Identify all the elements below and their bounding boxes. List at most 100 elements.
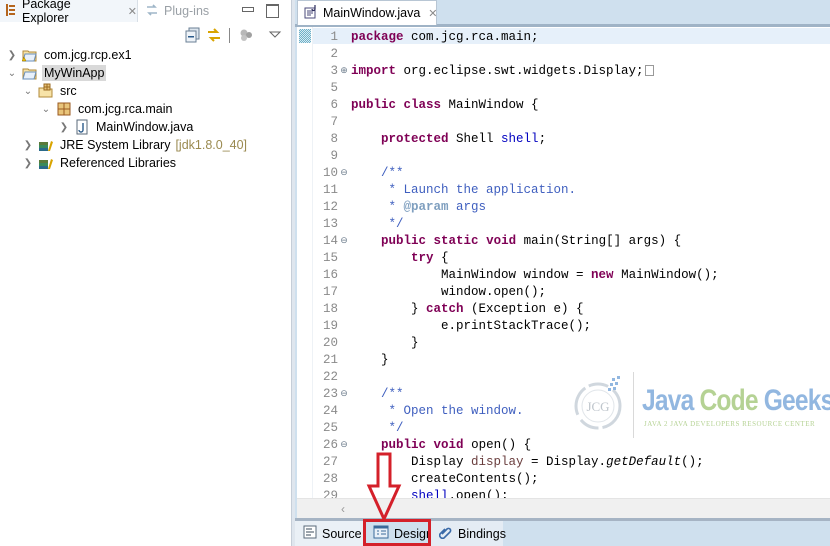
fold-gutter bbox=[339, 423, 349, 433]
watermark-java: Java bbox=[642, 384, 694, 417]
code-line: 11 * Launch the application. bbox=[313, 181, 576, 198]
minimize-button[interactable] bbox=[241, 4, 254, 16]
logo-text: JCG bbox=[586, 399, 609, 414]
folded-imports-marker[interactable] bbox=[644, 64, 654, 76]
watermark-code: Code bbox=[699, 384, 758, 417]
code-line: 17 window.open(); bbox=[313, 283, 546, 300]
code-line: 15 try { bbox=[313, 249, 449, 266]
focus-on-active-task-icon[interactable] bbox=[238, 27, 254, 43]
fold-gutter bbox=[339, 134, 349, 144]
line-number: 8 bbox=[330, 131, 338, 146]
tab-package-explorer[interactable]: Package Explorer ✕ bbox=[0, 0, 138, 25]
code-line: 6 public class MainWindow { bbox=[313, 96, 539, 113]
link-with-editor-icon[interactable] bbox=[206, 27, 222, 43]
fold-collapse-icon[interactable]: ⊖ bbox=[339, 236, 349, 246]
fold-gutter bbox=[339, 474, 349, 484]
code-line: 28 createContents(); bbox=[313, 470, 539, 487]
expand-icon[interactable]: ❯ bbox=[6, 49, 18, 61]
source-folder-icon bbox=[38, 83, 54, 99]
tab-source[interactable]: Source bbox=[295, 521, 365, 546]
fold-gutter bbox=[339, 253, 349, 263]
collapse-icon[interactable]: ⌄ bbox=[22, 85, 34, 97]
tree-item-label: Referenced Libraries bbox=[60, 156, 177, 170]
fold-collapse-icon[interactable]: ⊖ bbox=[339, 389, 349, 399]
view-toolbar bbox=[0, 24, 291, 46]
code-line: 24 * Open the window. bbox=[313, 402, 524, 419]
code-text: * Open the window. bbox=[351, 403, 524, 418]
code-text: } catch (Exception e) { bbox=[351, 301, 584, 316]
tree-item-com-jcg-rcp-ex1[interactable]: ❯ com.jcg.rcp.ex1 bbox=[0, 46, 291, 64]
fold-gutter bbox=[339, 372, 349, 382]
collapse-icon[interactable]: ⌄ bbox=[40, 103, 52, 115]
view-menu-icon[interactable] bbox=[267, 27, 283, 43]
expand-icon[interactable]: ❯ bbox=[22, 139, 34, 151]
tree-item-com-jcg-rca-main[interactable]: ⌄ com.jcg.rca.main bbox=[0, 100, 291, 118]
tab-bindings[interactable]: Bindings bbox=[431, 521, 506, 546]
line-number: 15 bbox=[322, 250, 338, 265]
fold-gutter bbox=[339, 151, 349, 161]
package-explorer-view: Package Explorer ✕ Plug-ins ❯ com.jcg.rc… bbox=[0, 0, 291, 546]
watermark-geeks: Geeks bbox=[763, 384, 830, 417]
collapse-icon[interactable]: ⌄ bbox=[6, 67, 18, 79]
line-number: 16 bbox=[322, 267, 338, 282]
code-line: 22 bbox=[313, 368, 351, 385]
tab-label: Plug-ins bbox=[164, 4, 210, 18]
source-icon bbox=[303, 525, 317, 542]
fold-collapse-icon[interactable]: ⊖ bbox=[339, 168, 349, 178]
fold-gutter bbox=[339, 457, 349, 467]
toolbar-separator bbox=[229, 28, 230, 43]
code-text: * @param args bbox=[351, 199, 487, 214]
collapse-all-icon[interactable] bbox=[185, 27, 201, 43]
code-text: public void open() { bbox=[381, 437, 532, 452]
expand-icon[interactable]: ❯ bbox=[22, 157, 34, 169]
fold-collapse-icon[interactable]: ⊖ bbox=[339, 440, 349, 450]
tree-item-jre-system-library[interactable]: ❯ JRE System Library [jdk1.8.0_40] bbox=[0, 136, 291, 154]
tab-mainwindow-java[interactable]: MainWindow.java ✕ bbox=[297, 0, 437, 25]
code-text: public class MainWindow { bbox=[351, 97, 539, 112]
line-number: 27 bbox=[322, 454, 338, 469]
scroll-left-icon[interactable]: ‹ bbox=[341, 502, 345, 516]
line-number: 10 bbox=[322, 165, 338, 180]
tree-item-label: com.jcg.rcp.ex1 bbox=[44, 48, 132, 62]
close-icon[interactable]: ✕ bbox=[128, 5, 137, 18]
fold-gutter bbox=[339, 491, 349, 499]
tree-item-src[interactable]: ⌄ src bbox=[0, 82, 291, 100]
tree-item-mywinapp[interactable]: ⌄ MyWinApp bbox=[0, 64, 291, 82]
package-explorer-icon bbox=[5, 3, 17, 20]
code-line: 3 ⊕ import org.eclipse.swt.widgets.Display… bbox=[313, 62, 654, 79]
tree-item-mainwindow-java[interactable]: ❯ MainWindow.java bbox=[0, 118, 291, 136]
code-text: * Launch the application. bbox=[351, 182, 577, 197]
code-text: window.open(); bbox=[351, 284, 547, 299]
editor-tab-bar: MainWindow.java ✕ bbox=[295, 0, 830, 25]
code-text: try { bbox=[411, 250, 449, 265]
line-number: 20 bbox=[322, 335, 338, 350]
code-text: MainWindow window = new MainWindow(); bbox=[351, 267, 719, 282]
tree-item-label: com.jcg.rca.main bbox=[78, 102, 173, 116]
jdk-version-decoration: [jdk1.8.0_40] bbox=[175, 138, 248, 152]
code-line: 29 shell.open(); bbox=[313, 487, 509, 499]
code-text: protected Shell shell; bbox=[381, 131, 547, 146]
tab-label: MainWindow.java bbox=[323, 6, 421, 20]
code-text: package com.jcg.rca.main; bbox=[351, 29, 539, 44]
jcg-logo-icon: JCG bbox=[574, 376, 622, 430]
fold-gutter bbox=[339, 270, 349, 280]
fold-expand-icon[interactable]: ⊕ bbox=[339, 66, 349, 76]
code-line: 12 * @param args bbox=[313, 198, 486, 215]
close-icon[interactable]: ✕ bbox=[428, 7, 437, 20]
fold-gutter bbox=[339, 321, 349, 331]
expand-icon[interactable]: ❯ bbox=[58, 121, 70, 133]
fold-gutter bbox=[339, 117, 349, 127]
watermark-divider bbox=[633, 372, 634, 438]
java-code-geeks-watermark: JCG Java Code Geeks JAVA 2 JAVA DEVELOPE… bbox=[570, 370, 830, 440]
code-line: 25 */ bbox=[313, 419, 404, 436]
tab-plugins[interactable]: Plug-ins bbox=[140, 0, 220, 22]
line-number: 19 bbox=[322, 318, 338, 333]
code-line: 1 package com.jcg.rca.main; bbox=[313, 28, 539, 45]
maximize-button[interactable] bbox=[266, 4, 279, 18]
tree-item-label: MyWinApp bbox=[42, 65, 107, 81]
line-number: 13 bbox=[322, 216, 338, 231]
code-text: public static void main(String[] args) { bbox=[381, 233, 682, 248]
fold-gutter bbox=[339, 185, 349, 195]
code-text: /** bbox=[351, 165, 404, 180]
tree-item-referenced-libraries[interactable]: ❯ Referenced Libraries bbox=[0, 154, 291, 172]
